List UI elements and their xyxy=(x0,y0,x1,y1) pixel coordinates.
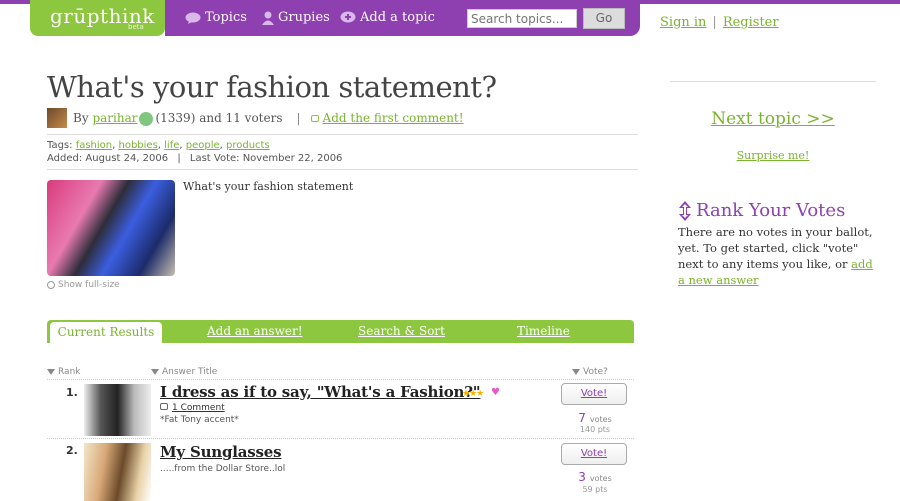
sidebar-divider xyxy=(670,81,876,82)
nav-topics-label: Topics xyxy=(205,10,247,25)
auth-links: Sign in | Register xyxy=(660,15,779,30)
author-avatar[interactable] xyxy=(47,108,67,128)
tab-search-sort[interactable]: Search & Sort xyxy=(358,324,445,338)
points: 140 pts xyxy=(579,425,611,434)
dates-separator: | xyxy=(177,153,181,164)
added-date: Added: August 24, 2006 xyxy=(47,153,169,164)
col-rank[interactable]: Rank xyxy=(47,367,81,377)
author-score: (1339) xyxy=(155,111,196,125)
vote-count: 7 votes xyxy=(578,411,612,425)
search-input[interactable] xyxy=(467,9,577,28)
beta-badge: beta xyxy=(128,23,144,31)
answer-rank: 2. xyxy=(66,444,78,457)
header: grūpthink beta Topics Grupies Add a topi… xyxy=(30,0,640,36)
topic-description: What's your fashion statement xyxy=(183,180,354,193)
answer-title-link[interactable]: My Sunglasses xyxy=(160,443,282,461)
tag-link[interactable]: life xyxy=(164,140,179,151)
answer-title-link[interactable]: I dress as if to say, "What's a Fashion?… xyxy=(160,383,481,401)
register-link[interactable]: Register xyxy=(723,15,779,30)
tag-link[interactable]: products xyxy=(226,140,270,151)
nav-add-topic-label: Add a topic xyxy=(360,10,435,25)
answer-thumbnail[interactable] xyxy=(84,384,151,436)
auth-separator: | xyxy=(712,15,717,30)
top-nav: Topics Grupies Add a topic Go xyxy=(165,0,640,36)
vote-button[interactable]: Vote! xyxy=(561,443,627,465)
tags-line: Tags: fashion, hobbies, life, people, pr… xyxy=(47,140,270,151)
show-full-label: Show full-size xyxy=(58,280,120,290)
nav-add-topic[interactable]: Add a topic xyxy=(340,10,435,25)
comment-icon xyxy=(160,403,168,410)
tab-add-answer[interactable]: Add an answer! xyxy=(207,324,303,338)
row-divider xyxy=(47,438,634,439)
rank-instructions: There are no votes in your ballot, yet. … xyxy=(678,224,874,288)
points: 59 pts xyxy=(582,485,608,494)
add-bubble-icon xyxy=(340,11,356,23)
speech-bubble-icon xyxy=(185,12,201,24)
next-topic-link[interactable]: Next topic >> xyxy=(670,109,876,129)
up-down-arrows-icon xyxy=(679,200,691,221)
tag-link[interactable]: people xyxy=(186,140,220,151)
logo[interactable]: grūpthink beta xyxy=(30,0,165,36)
show-full-size-link[interactable]: Show full-size xyxy=(47,280,120,290)
dates-line: Added: August 24, 2006 | Last Vote: Nove… xyxy=(47,153,342,164)
vote-button[interactable]: Vote! xyxy=(561,383,627,405)
row-divider xyxy=(47,379,634,380)
byline-separator: | xyxy=(296,111,301,125)
last-vote-date: Last Vote: November 22, 2006 xyxy=(189,153,343,164)
tab-current-results[interactable]: Current Results xyxy=(50,322,162,343)
rating-stars-icon: ★★★ xyxy=(462,389,484,399)
magnifier-icon xyxy=(47,281,55,289)
nav-grupies[interactable]: Grupies xyxy=(262,10,330,25)
comment-icon xyxy=(310,114,319,122)
surprise-me-link[interactable]: Surprise me! xyxy=(670,149,876,162)
comments-link[interactable]: 1 Comment xyxy=(172,403,225,413)
voters-count: and 11 voters xyxy=(199,111,283,125)
page-title: What's your fashion statement? xyxy=(47,70,497,104)
go-button[interactable]: Go xyxy=(583,8,625,29)
nav-topics[interactable]: Topics xyxy=(185,10,247,25)
results-tabs: Current Results Add an answer! Search & … xyxy=(47,320,634,343)
heart-icon: ♥ xyxy=(491,387,500,398)
rank-text: There are no votes in your ballot, yet. … xyxy=(678,225,873,271)
vote-count: 3 votes xyxy=(578,470,612,484)
answer-rank: 1. xyxy=(66,386,78,399)
topic-photo[interactable] xyxy=(47,180,175,276)
tab-timeline[interactable]: Timeline xyxy=(517,324,570,338)
person-icon xyxy=(262,11,274,25)
answer-subtitle: .....from the Dollar Store..lol xyxy=(160,464,286,474)
sort-down-icon xyxy=(572,368,580,375)
tag-link[interactable]: hobbies xyxy=(119,140,158,151)
col-answer-title[interactable]: Answer Title xyxy=(151,367,217,377)
sort-down-icon xyxy=(151,368,159,375)
divider xyxy=(47,169,638,170)
byline: By parihar (1339) and 11 voters | Add th… xyxy=(47,107,464,129)
sort-down-icon xyxy=(47,368,55,375)
author-link[interactable]: parihar xyxy=(92,111,137,125)
answer-subtitle: *Fat Tony accent* xyxy=(160,415,239,425)
rank-your-votes-heading: Rank Your Votes xyxy=(678,200,845,221)
col-vote[interactable]: Vote? xyxy=(572,367,608,377)
by-label: By xyxy=(73,111,89,125)
rank-title: Rank Your Votes xyxy=(696,200,846,221)
divider xyxy=(47,134,638,135)
nav-grupies-label: Grupies xyxy=(278,10,330,25)
tag-link[interactable]: fashion xyxy=(76,140,112,151)
tags-label: Tags: xyxy=(47,140,73,151)
reputation-star-icon xyxy=(139,112,154,126)
answer-thumbnail[interactable] xyxy=(84,443,151,501)
answer-comments: 1 Comment xyxy=(160,403,225,413)
first-comment-link[interactable]: Add the first comment! xyxy=(323,111,464,125)
sign-in-link[interactable]: Sign in xyxy=(660,15,706,30)
